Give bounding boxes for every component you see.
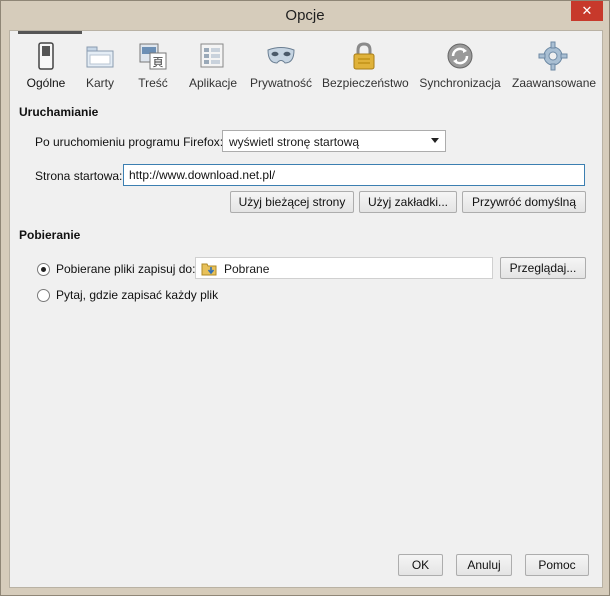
general-switch-icon	[38, 42, 54, 70]
advanced-gear-icon	[538, 41, 568, 71]
tab-content-label: Treść	[138, 76, 168, 90]
save-to-label: Pobierane pliki zapisuj do:	[56, 262, 196, 276]
on-start-label: Po uruchomieniu programu Firefox:	[35, 135, 224, 149]
content-icon: 頁	[139, 43, 167, 70]
options-window: Opcje ✕ Ogólne Karty 頁 Treść Aplikacje P…	[0, 0, 610, 596]
title-bar[interactable]: Opcje ✕	[1, 1, 609, 30]
radio-selected-dot	[41, 267, 46, 272]
tab-sync-label: Synchronizacja	[419, 76, 501, 90]
tab-privacy[interactable]: Prywatność	[248, 37, 314, 95]
help-button[interactable]: Pomoc	[525, 554, 589, 576]
tab-advanced[interactable]: Zaawansowane	[512, 37, 597, 95]
options-content: Ogólne Karty 頁 Treść Aplikacje Prywatnoś…	[9, 30, 603, 588]
cancel-button[interactable]: Anuluj	[456, 554, 512, 576]
ok-button[interactable]: OK	[398, 554, 443, 576]
category-toolbar: Ogólne Karty 頁 Treść Aplikacje Prywatnoś…	[10, 37, 602, 97]
tab-content[interactable]: 頁 Treść	[128, 37, 178, 95]
chevron-down-icon	[431, 138, 439, 143]
on-start-select[interactable]: wyświetl stronę startową	[222, 130, 446, 152]
download-folder-value: Pobrane	[224, 262, 270, 276]
tabs-icon	[86, 46, 114, 68]
sync-icon	[447, 43, 473, 69]
use-current-page-button[interactable]: Użyj bieżącej strony	[230, 191, 354, 213]
window-title: Opcje	[285, 7, 325, 24]
tab-security[interactable]: Bezpieczeństwo	[322, 37, 409, 95]
tab-advanced-label: Zaawansowane	[512, 76, 597, 90]
download-folder-icon	[201, 263, 217, 276]
tab-applications-label: Aplikacje	[188, 76, 238, 90]
tab-applications[interactable]: Aplikacje	[182, 37, 244, 95]
tab-tabs-label: Karty	[85, 76, 114, 90]
svg-text:頁: 頁	[153, 56, 164, 69]
ask-radio[interactable]	[37, 289, 50, 302]
applications-icon	[200, 43, 224, 68]
downloads-section-title: Pobieranie	[19, 228, 81, 242]
restore-default-button[interactable]: Przywróć domyślną	[462, 191, 586, 213]
on-start-value: wyświetl stronę startową	[229, 135, 360, 149]
tab-general[interactable]: Ogólne	[20, 37, 72, 95]
tab-security-label: Bezpieczeństwo	[322, 76, 409, 90]
privacy-mask-icon	[267, 47, 295, 64]
homepage-input[interactable]	[123, 164, 585, 186]
startup-section-title: Uruchamianie	[19, 105, 99, 119]
save-to-radio[interactable]	[37, 263, 50, 276]
tab-tabs[interactable]: Karty	[76, 37, 124, 95]
browse-button[interactable]: Przeglądaj...	[500, 257, 586, 279]
security-lock-icon	[353, 42, 375, 70]
active-tab-indicator	[18, 31, 82, 34]
tab-privacy-label: Prywatność	[249, 76, 313, 90]
tab-general-label: Ogólne	[26, 76, 66, 90]
download-folder-field: Pobrane	[195, 257, 493, 279]
close-button[interactable]: ✕	[571, 1, 603, 21]
tab-sync[interactable]: Synchronizacja	[418, 37, 502, 95]
homepage-label: Strona startowa:	[35, 169, 123, 183]
ask-label: Pytaj, gdzie zapisać każdy plik	[56, 288, 219, 302]
use-bookmark-button[interactable]: Użyj zakładki...	[359, 191, 457, 213]
